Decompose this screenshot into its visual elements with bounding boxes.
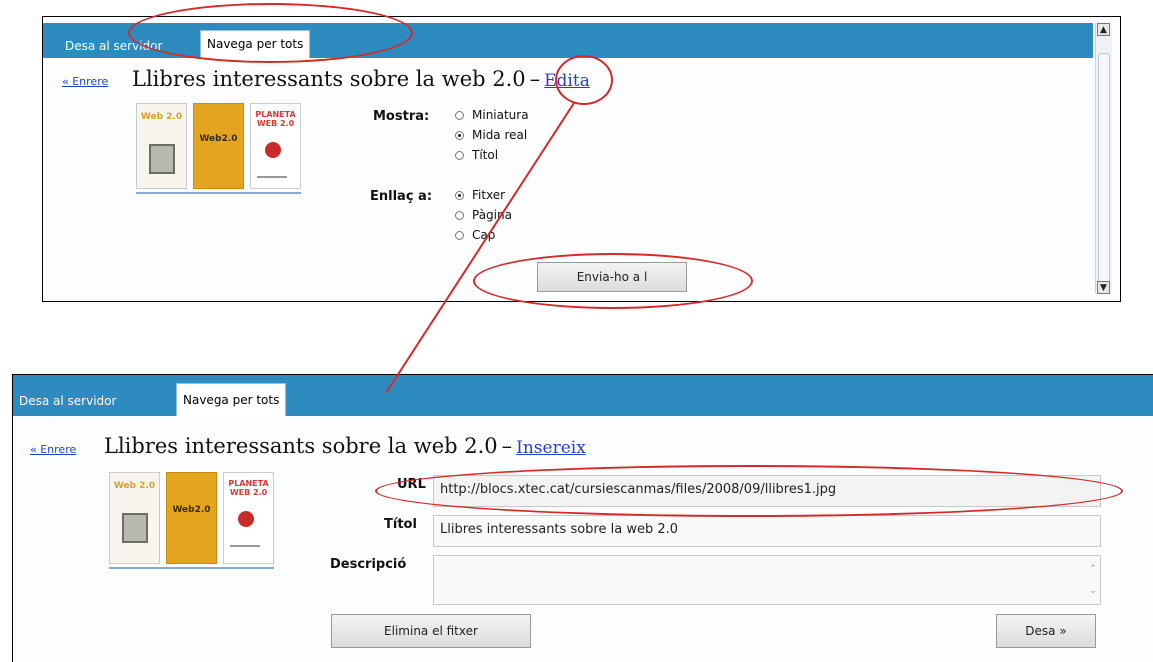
page-title: Llibres interessants sobre la web 2.0– Ed… bbox=[132, 67, 590, 91]
thumbnail-label: Web 2.0 bbox=[113, 481, 156, 491]
top-panel: Desa al servidor Navega per tots « Enrer… bbox=[42, 16, 1121, 302]
url-field[interactable]: http://blocs.xtec.cat/cursiescanmas/file… bbox=[433, 475, 1101, 507]
show-option-title[interactable]: Títol bbox=[455, 145, 529, 165]
option-label: Pàgina bbox=[472, 208, 512, 222]
vertical-scrollbar[interactable]: ▲ ▼ bbox=[1095, 23, 1112, 294]
option-label: Mida real bbox=[472, 128, 528, 142]
show-label: Mostra: bbox=[373, 109, 430, 124]
thumbnail-planeta-web20[interactable]: PLANETA WEB 2.0 bbox=[250, 103, 301, 189]
insert-link[interactable]: Insereix bbox=[516, 438, 586, 458]
thumbnail-label: PLANETA WEB 2.0 bbox=[255, 110, 296, 128]
scroll-thumb[interactable] bbox=[1098, 53, 1110, 289]
radio-button[interactable] bbox=[455, 150, 464, 160]
back-link[interactable]: « Enrere bbox=[62, 75, 108, 88]
tab-save-to-server[interactable]: Desa al servidor bbox=[19, 386, 116, 416]
description-field[interactable]: ⌃ ⌄ bbox=[433, 555, 1101, 605]
radio-button[interactable] bbox=[455, 210, 464, 220]
link-option-none[interactable]: Cap bbox=[455, 225, 512, 245]
description-label: Descripció bbox=[330, 557, 407, 572]
globe-image bbox=[238, 511, 254, 527]
link-options: Fitxer Pàgina Cap bbox=[455, 185, 512, 245]
option-label: Miniatura bbox=[472, 108, 529, 122]
thumbnail-web20-book-1[interactable]: Web 2.0 bbox=[109, 472, 160, 564]
tab-bar: Desa al servidor Navega per tots bbox=[13, 375, 1153, 416]
radio-button[interactable] bbox=[455, 190, 464, 200]
thumbnail-label: Web2.0 bbox=[199, 134, 238, 144]
thumbnail-web20-book-2[interactable]: Web2.0 bbox=[166, 472, 217, 564]
radio-button[interactable] bbox=[455, 130, 464, 140]
show-option-thumbnail[interactable]: Miniatura bbox=[455, 105, 529, 125]
thumbnail-planeta-web20[interactable]: PLANETA WEB 2.0 bbox=[223, 472, 274, 564]
title-text: Llibres interessants sobre la web 2.0 bbox=[104, 434, 498, 458]
tab-browse-all[interactable]: Navega per tots bbox=[176, 383, 287, 416]
option-label: Títol bbox=[472, 148, 499, 162]
radio-button[interactable] bbox=[455, 110, 464, 120]
link-option-file[interactable]: Fitxer bbox=[455, 185, 512, 205]
globe-image bbox=[265, 142, 281, 158]
scroll-up-icon[interactable]: ▲ bbox=[1097, 23, 1110, 36]
tab-browse-all[interactable]: Navega per tots bbox=[200, 30, 311, 58]
thumbnail-label: Web2.0 bbox=[172, 505, 211, 515]
thumbnail-label: PLANETA WEB 2.0 bbox=[228, 479, 269, 497]
thumbnail-web20-book-1[interactable]: Web 2.0 bbox=[136, 103, 187, 189]
back-link[interactable]: « Enrere bbox=[30, 443, 76, 456]
edit-link[interactable]: Edita bbox=[544, 71, 590, 91]
show-option-real-size[interactable]: Mida real bbox=[455, 125, 529, 145]
delete-file-button[interactable]: Elimina el fitxer bbox=[331, 614, 531, 648]
page-title: Llibres interessants sobre la web 2.0– In… bbox=[104, 434, 586, 458]
title-dash: – bbox=[529, 67, 541, 91]
thumbnail-row: Web 2.0 Web2.0 PLANETA WEB 2.0 bbox=[109, 472, 274, 569]
save-button[interactable]: Desa » bbox=[996, 614, 1096, 648]
thumbnail-row: Web 2.0 Web2.0 PLANETA WEB 2.0 bbox=[136, 103, 301, 194]
divider bbox=[230, 545, 260, 547]
computer-image bbox=[149, 144, 175, 174]
option-label: Fitxer bbox=[472, 188, 506, 202]
link-to-label: Enllaç a: bbox=[370, 189, 433, 204]
title-text: Llibres interessants sobre la web 2.0 bbox=[132, 67, 526, 91]
title-label: Títol bbox=[384, 517, 417, 532]
title-field[interactable]: Llibres interessants sobre la web 2.0 bbox=[433, 515, 1101, 547]
tab-bar: Desa al servidor Navega per tots bbox=[43, 23, 1093, 58]
thumbnail-web20-book-2[interactable]: Web2.0 bbox=[193, 103, 244, 189]
divider bbox=[257, 176, 287, 178]
show-options: Miniatura Mida real Títol bbox=[455, 105, 529, 165]
option-label: Cap bbox=[472, 228, 496, 242]
computer-image bbox=[122, 513, 148, 543]
thumbnail-label: Web 2.0 bbox=[140, 112, 183, 122]
url-label: URL bbox=[397, 477, 426, 492]
description-scrollbar[interactable]: ⌃ ⌄ bbox=[1088, 558, 1098, 604]
send-to-editor-button[interactable]: Envia-ho a l bbox=[537, 262, 687, 292]
title-dash: – bbox=[501, 434, 513, 458]
radio-button[interactable] bbox=[455, 230, 464, 240]
tab-save-to-server[interactable]: Desa al servidor bbox=[65, 34, 162, 58]
link-option-page[interactable]: Pàgina bbox=[455, 205, 512, 225]
bottom-panel: Desa al servidor Navega per tots « Enrer… bbox=[12, 374, 1153, 662]
scroll-down-icon[interactable]: ▼ bbox=[1097, 281, 1110, 294]
